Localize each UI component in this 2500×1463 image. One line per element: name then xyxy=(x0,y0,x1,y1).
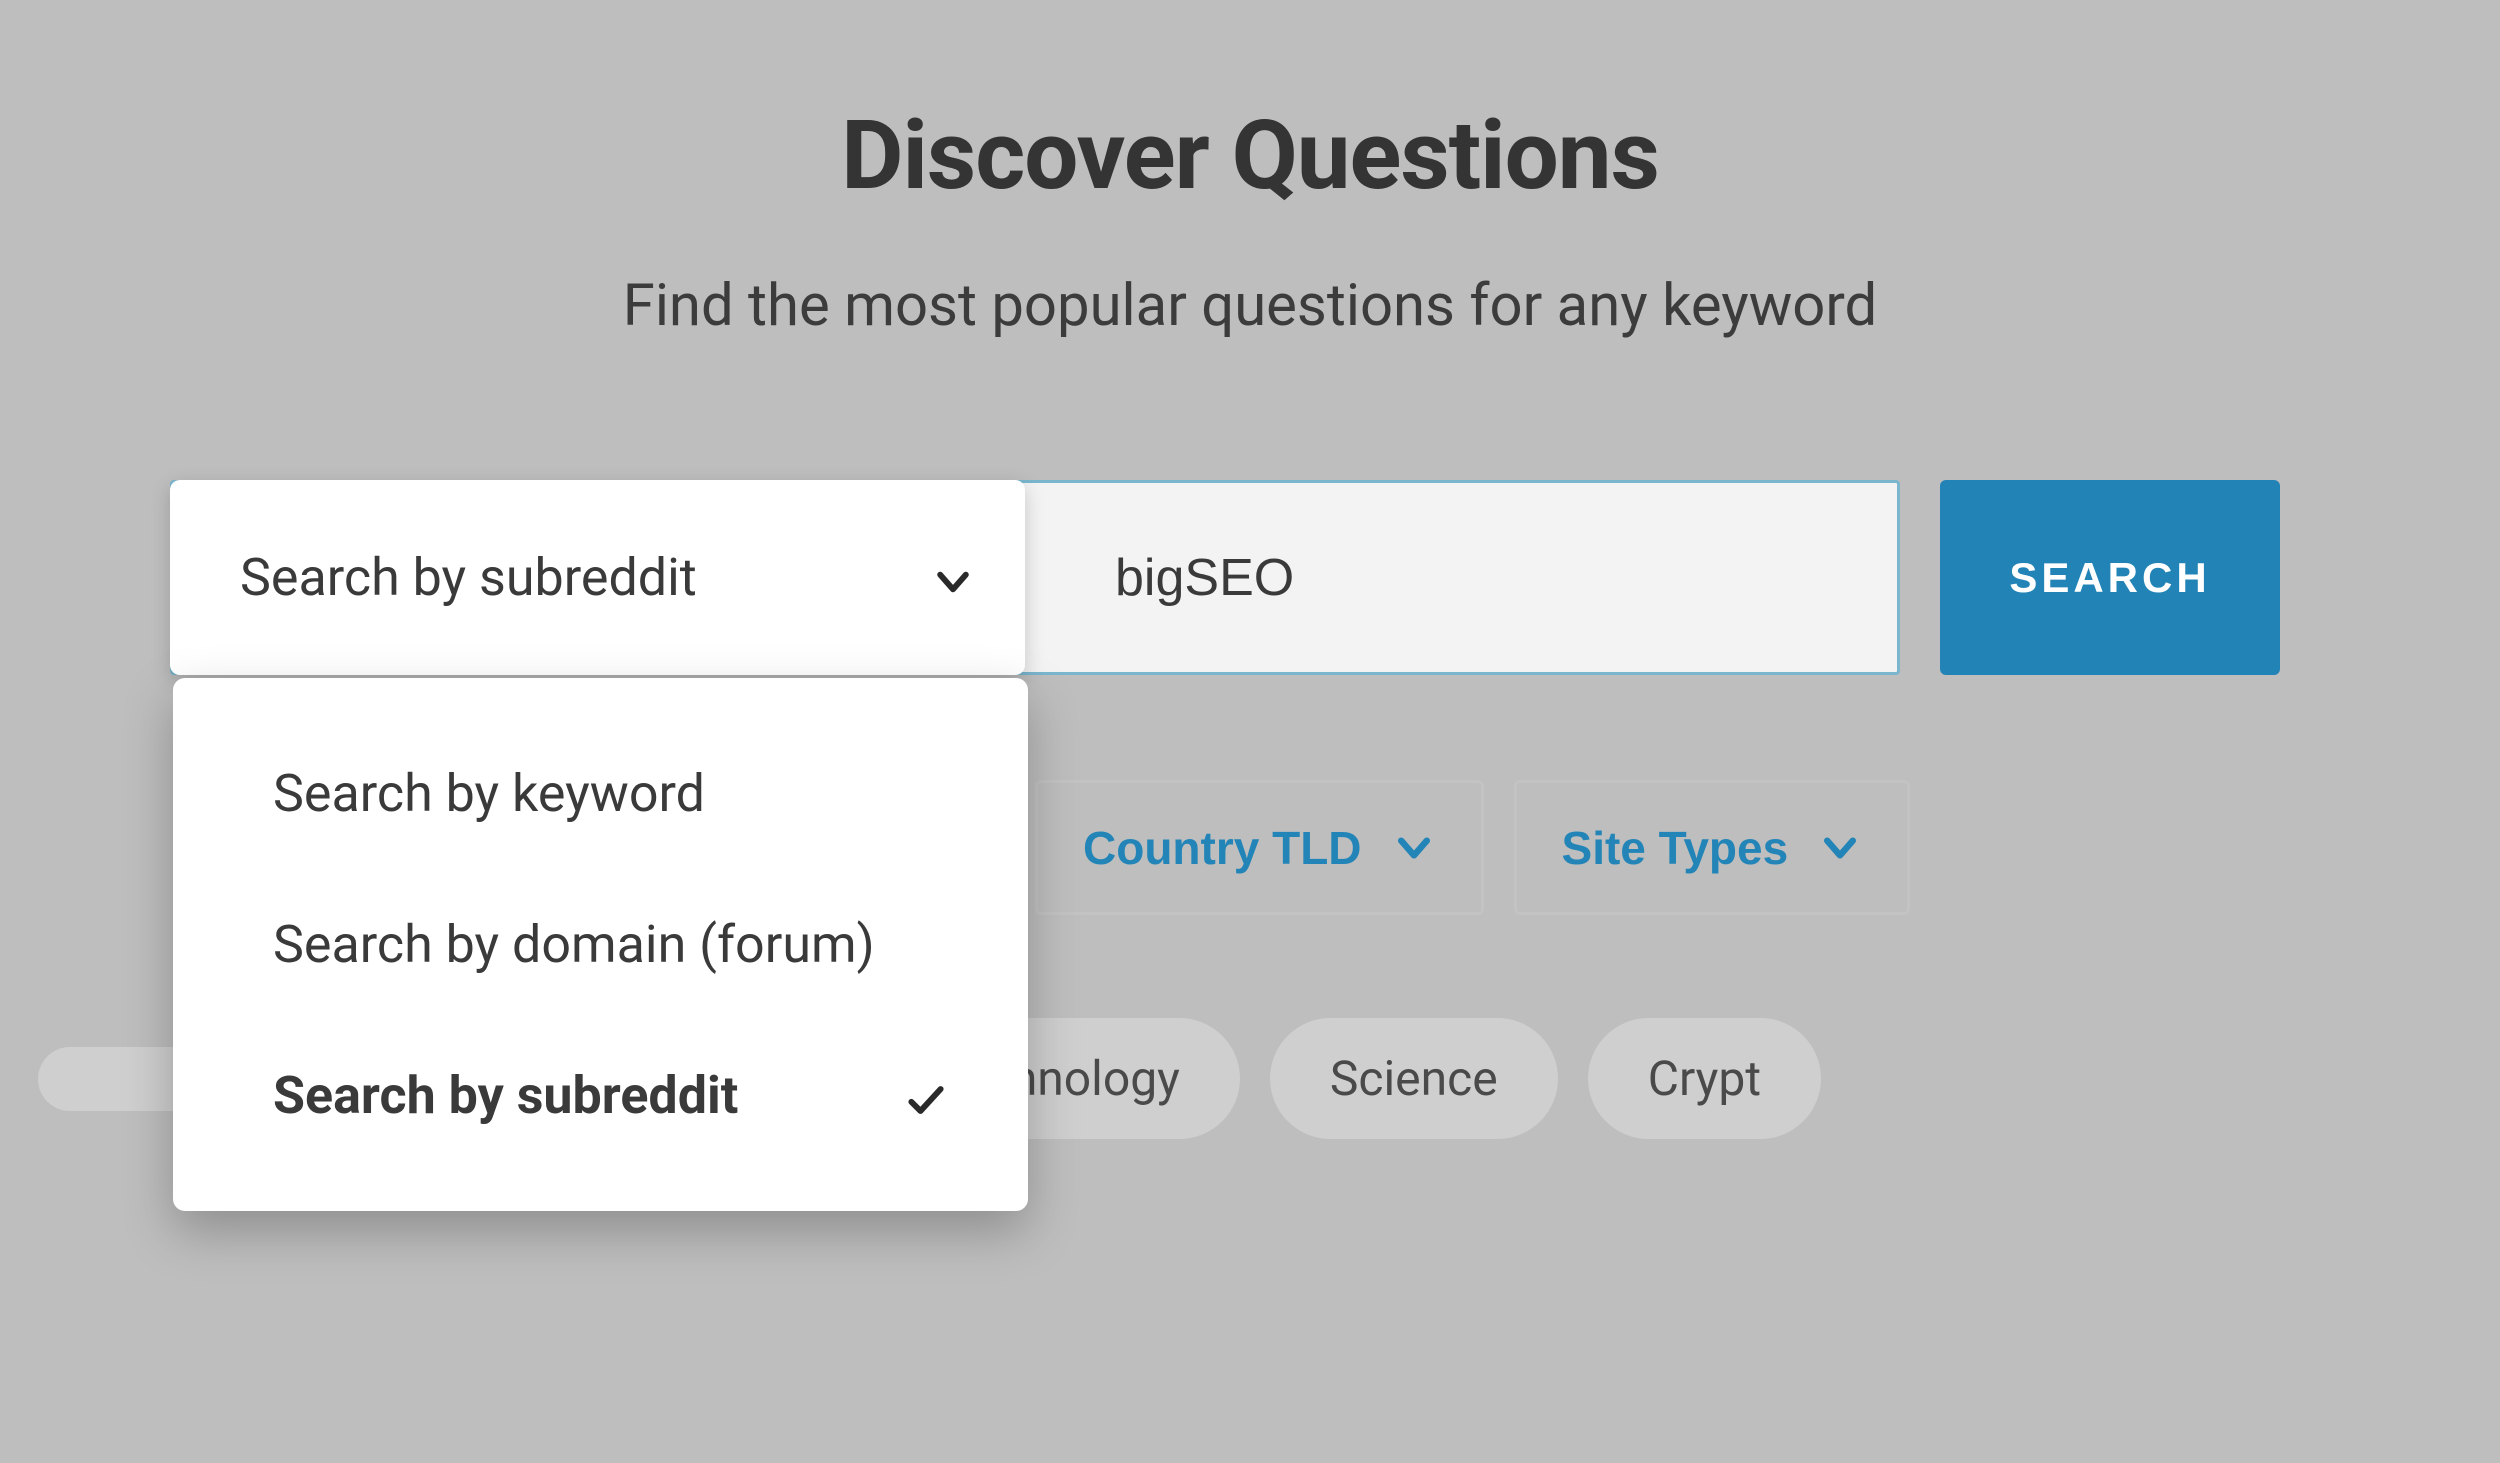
search-button[interactable]: SEARCH xyxy=(1940,480,2280,675)
dropdown-item-label: Search by domain (forum) xyxy=(273,914,875,975)
dropdown-item-label: Search by subreddit xyxy=(273,1065,738,1126)
dropdown-item-label: Search by keyword xyxy=(273,763,705,824)
page-subtitle: Find the most popular questions for any … xyxy=(623,272,1877,340)
page-title: Discover Questions xyxy=(841,100,1659,212)
search-type-dropdown-panel: Search by keyword Search by domain (foru… xyxy=(173,678,1028,1211)
search-input[interactable] xyxy=(1025,483,1897,672)
filters-row: Country TLD Site Types xyxy=(1035,780,1910,915)
example-chip-science[interactable]: Science xyxy=(1270,1018,1558,1139)
chevron-down-icon xyxy=(931,556,975,600)
search-group: Search by subreddit Search by keyword Se… xyxy=(170,480,1900,675)
search-type-dropdown[interactable]: Search by subreddit xyxy=(170,480,1025,675)
chevron-down-icon xyxy=(1392,826,1436,870)
filter-country-tld[interactable]: Country TLD xyxy=(1035,780,1484,915)
check-icon xyxy=(904,1074,948,1118)
example-chip-crypt[interactable]: Crypt xyxy=(1588,1018,1821,1139)
chevron-down-icon xyxy=(1818,826,1862,870)
search-row: Search by subreddit Search by keyword Se… xyxy=(170,480,2280,675)
search-type-label: Search by subreddit xyxy=(240,547,697,608)
dropdown-item-subreddit[interactable]: Search by subreddit xyxy=(173,1020,1028,1171)
filter-label: Site Types xyxy=(1562,821,1789,875)
dropdown-item-keyword[interactable]: Search by keyword xyxy=(173,718,1028,869)
filter-label: Country TLD xyxy=(1083,821,1362,875)
filter-site-types[interactable]: Site Types xyxy=(1514,780,1911,915)
dropdown-item-domain[interactable]: Search by domain (forum) xyxy=(173,869,1028,1020)
page-container: Discover Questions Find the most popular… xyxy=(0,0,2500,915)
